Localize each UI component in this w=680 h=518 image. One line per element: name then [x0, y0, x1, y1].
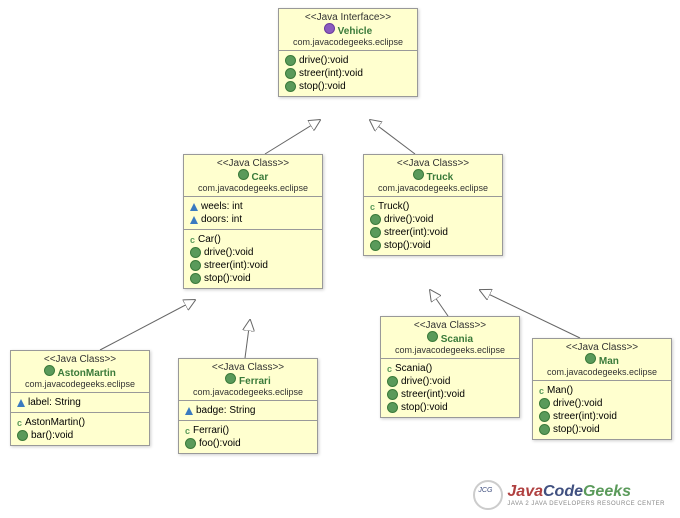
class-name: Car	[252, 172, 269, 183]
class-name: Scania	[441, 334, 473, 345]
method-label: drive():void	[384, 214, 433, 225]
class-man: <<Java Class>> Mancom.javacodegeeks.ecli…	[532, 338, 672, 440]
method-icon	[370, 227, 381, 238]
method-label: streer(int):void	[204, 260, 268, 271]
method-label: streer(int):void	[401, 389, 465, 400]
class-name: Vehicle	[338, 26, 372, 37]
method-icon	[17, 430, 28, 441]
field-icon	[190, 203, 198, 211]
method-icon	[539, 411, 550, 422]
constructor-icon: c	[370, 202, 375, 212]
method-label: foo():void	[199, 438, 241, 449]
class-icon	[413, 169, 424, 180]
class-name: Man	[599, 356, 619, 367]
stereotype-label: <<Java Class>>	[539, 342, 665, 353]
method-label: streer(int):void	[299, 68, 363, 79]
constructor-label: Man()	[547, 385, 573, 396]
method-label: bar():void	[31, 430, 73, 441]
method-icon	[370, 240, 381, 251]
package-label: com.javacodegeeks.eclipse	[539, 367, 665, 377]
method-label: drive():void	[299, 55, 348, 66]
stereotype-label: <<Java Class>>	[387, 320, 513, 331]
class-name: AstonMartin	[58, 368, 116, 379]
method-icon	[539, 398, 550, 409]
constructor-label: Truck()	[378, 201, 409, 212]
logo-subtitle: JAVA 2 JAVA DEVELOPERS RESOURCE CENTER	[507, 501, 665, 507]
stereotype-label: <<Java Class>>	[185, 362, 311, 373]
method-icon	[370, 214, 381, 225]
stereotype-label: <<Java Class>>	[370, 158, 496, 169]
class-scania: <<Java Class>> Scaniacom.javacodegeeks.e…	[380, 316, 520, 418]
stereotype-label: <<Java Interface>>	[285, 12, 411, 23]
method-icon	[190, 247, 201, 258]
constructor-label: Scania()	[395, 363, 432, 374]
method-icon	[387, 389, 398, 400]
class-truck: <<Java Class>> Truckcom.javacodegeeks.ec…	[363, 154, 503, 256]
method-icon	[387, 402, 398, 413]
constructor-label: AstonMartin()	[25, 417, 85, 428]
method-label: drive():void	[204, 247, 253, 258]
method-icon	[185, 438, 196, 449]
method-icon	[387, 376, 398, 387]
method-icon	[285, 55, 296, 66]
method-label: drive():void	[553, 398, 602, 409]
method-label: streer(int):void	[384, 227, 448, 238]
constructor-icon: c	[387, 364, 392, 374]
constructor-icon: c	[539, 386, 544, 396]
field-icon	[17, 399, 25, 407]
field-icon	[185, 407, 193, 415]
field-icon	[190, 216, 198, 224]
constructor-label: Car()	[198, 234, 221, 245]
method-label: stop():void	[401, 402, 448, 413]
constructor-icon: c	[185, 426, 190, 436]
class-ferrari: <<Java Class>> Ferraricom.javacodegeeks.…	[178, 358, 318, 454]
package-label: com.javacodegeeks.eclipse	[190, 183, 316, 193]
class-astonmartin: <<Java Class>> AstonMartincom.javacodege…	[10, 350, 150, 446]
stereotype-label: <<Java Class>>	[190, 158, 316, 169]
class-name: Ferrari	[239, 376, 271, 387]
method-label: stop():void	[553, 424, 600, 435]
package-label: com.javacodegeeks.eclipse	[370, 183, 496, 193]
class-icon	[238, 169, 249, 180]
logo-text: Code	[543, 483, 583, 500]
logo-text: Java	[507, 483, 543, 500]
method-icon	[190, 273, 201, 284]
constructor-icon: c	[17, 418, 22, 428]
class-name: Truck	[427, 172, 454, 183]
package-label: com.javacodegeeks.eclipse	[387, 345, 513, 355]
method-label: stop():void	[384, 240, 431, 251]
class-icon	[44, 365, 55, 376]
class-vehicle: <<Java Interface>> Vehiclecom.javacodege…	[278, 8, 418, 97]
method-label: streer(int):void	[553, 411, 617, 422]
package-label: com.javacodegeeks.eclipse	[17, 379, 143, 389]
class-car: <<Java Class>> Carcom.javacodegeeks.ecli…	[183, 154, 323, 289]
stereotype-label: <<Java Class>>	[17, 354, 143, 365]
field-label: label: String	[28, 397, 81, 408]
constructor-label: Ferrari()	[193, 425, 229, 436]
interface-icon	[324, 23, 335, 34]
field-label: badge: String	[196, 405, 256, 416]
class-icon	[427, 331, 438, 342]
class-icon	[225, 373, 236, 384]
method-icon	[190, 260, 201, 271]
method-icon	[285, 68, 296, 79]
logo-icon	[473, 480, 503, 510]
constructor-icon: c	[190, 235, 195, 245]
method-label: stop():void	[299, 81, 346, 92]
watermark-logo: JavaCodeGeeksJAVA 2 JAVA DEVELOPERS RESO…	[473, 480, 665, 510]
class-icon	[585, 353, 596, 364]
method-label: stop():void	[204, 273, 251, 284]
method-label: drive():void	[401, 376, 450, 387]
field-label: weels: int	[201, 201, 243, 212]
field-label: doors: int	[201, 214, 242, 225]
package-label: com.javacodegeeks.eclipse	[285, 37, 411, 47]
logo-text: Geeks	[583, 483, 631, 500]
method-icon	[285, 81, 296, 92]
package-label: com.javacodegeeks.eclipse	[185, 387, 311, 397]
method-icon	[539, 424, 550, 435]
